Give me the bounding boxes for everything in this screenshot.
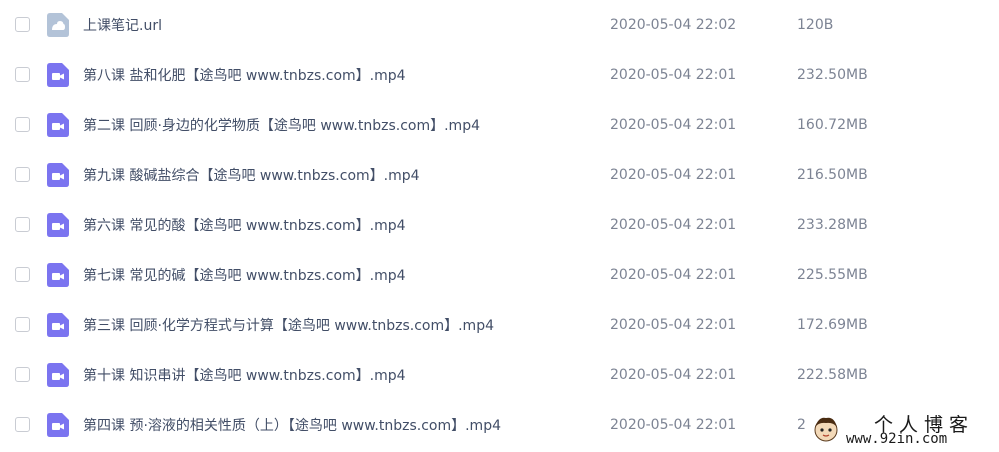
row-checkbox[interactable]: [15, 417, 30, 432]
file-name[interactable]: 第八课 盐和化肥【途鸟吧 www.tnbzs.com】.mp4: [83, 65, 406, 85]
file-row[interactable]: 上课笔记.url 2020-05-04 22:02 120B: [0, 0, 999, 50]
file-size: 233.28MB: [797, 217, 868, 233]
watermark-url: www.92in.com: [846, 431, 948, 447]
video-file-icon: [47, 313, 69, 337]
file-modified-date: 2020-05-04 22:01: [610, 67, 737, 83]
video-file-icon: [47, 263, 69, 287]
file-size: 160.72MB: [797, 117, 868, 133]
file-name[interactable]: 第六课 常见的酸【途鸟吧 www.tnbzs.com】.mp4: [83, 215, 406, 235]
file-name[interactable]: 第十课 知识串讲【途鸟吧 www.tnbzs.com】.mp4: [83, 365, 406, 385]
row-checkbox[interactable]: [15, 17, 30, 32]
file-row[interactable]: 第七课 常见的碱【途鸟吧 www.tnbzs.com】.mp4 2020-05-0…: [0, 250, 999, 300]
file-modified-date: 2020-05-04 22:01: [610, 217, 737, 233]
cartoon-avatar-icon: [814, 417, 838, 442]
file-name[interactable]: 第九课 酸碱盐综合【途鸟吧 www.tnbzs.com】.mp4: [83, 165, 420, 185]
row-checkbox[interactable]: [15, 67, 30, 82]
video-file-icon: [47, 63, 69, 87]
file-modified-date: 2020-05-04 22:01: [610, 117, 737, 133]
file-name[interactable]: 第七课 常见的碱【途鸟吧 www.tnbzs.com】.mp4: [83, 265, 406, 285]
file-row[interactable]: 第九课 酸碱盐综合【途鸟吧 www.tnbzs.com】.mp4 2020-05-…: [0, 150, 999, 200]
file-size: 216.50MB: [797, 167, 868, 183]
file-row[interactable]: 第十课 知识串讲【途鸟吧 www.tnbzs.com】.mp4 2020-05-0…: [0, 350, 999, 400]
row-checkbox[interactable]: [15, 367, 30, 382]
file-size: 222.58MB: [797, 367, 868, 383]
watermark: 个人博客 www.92in.com: [808, 408, 999, 452]
file-size: 232.50MB: [797, 67, 868, 83]
file-name[interactable]: 第二课 回顾·身边的化学物质【途鸟吧 www.tnbzs.com】.mp4: [83, 115, 480, 135]
video-file-icon: [47, 363, 69, 387]
file-row[interactable]: 第三课 回顾·化学方程式与计算【途鸟吧 www.tnbzs.com】.mp4 20…: [0, 300, 999, 350]
row-checkbox[interactable]: [15, 267, 30, 282]
row-checkbox[interactable]: [15, 167, 30, 182]
row-checkbox[interactable]: [15, 317, 30, 332]
file-size: 2: [797, 417, 806, 433]
file-name[interactable]: 第三课 回顾·化学方程式与计算【途鸟吧 www.tnbzs.com】.mp4: [83, 315, 494, 335]
url-file-icon: [47, 13, 69, 37]
file-modified-date: 2020-05-04 22:01: [610, 417, 737, 433]
file-name[interactable]: 上课笔记.url: [83, 15, 162, 35]
file-name[interactable]: 第四课 预·溶液的相关性质（上）【途鸟吧 www.tnbzs.com】.mp4: [83, 415, 501, 435]
file-modified-date: 2020-05-04 22:01: [610, 317, 737, 333]
file-modified-date: 2020-05-04 22:02: [610, 17, 737, 33]
file-modified-date: 2020-05-04 22:01: [610, 267, 737, 283]
video-file-icon: [47, 413, 69, 437]
file-row[interactable]: 第二课 回顾·身边的化学物质【途鸟吧 www.tnbzs.com】.mp4 202…: [0, 100, 999, 150]
file-size: 172.69MB: [797, 317, 868, 333]
video-file-icon: [47, 163, 69, 187]
row-checkbox[interactable]: [15, 117, 30, 132]
row-checkbox[interactable]: [15, 217, 30, 232]
file-list: 上课笔记.url 2020-05-04 22:02 120B 第八课 盐和化肥【途鸟吧…: [0, 0, 999, 450]
file-modified-date: 2020-05-04 22:01: [610, 167, 737, 183]
file-modified-date: 2020-05-04 22:01: [610, 367, 737, 383]
file-size: 120B: [797, 17, 834, 33]
video-file-icon: [47, 213, 69, 237]
file-row[interactable]: 第八课 盐和化肥【途鸟吧 www.tnbzs.com】.mp4 2020-05-0…: [0, 50, 999, 100]
video-file-icon: [47, 113, 69, 137]
file-row[interactable]: 第六课 常见的酸【途鸟吧 www.tnbzs.com】.mp4 2020-05-0…: [0, 200, 999, 250]
file-size: 225.55MB: [797, 267, 868, 283]
